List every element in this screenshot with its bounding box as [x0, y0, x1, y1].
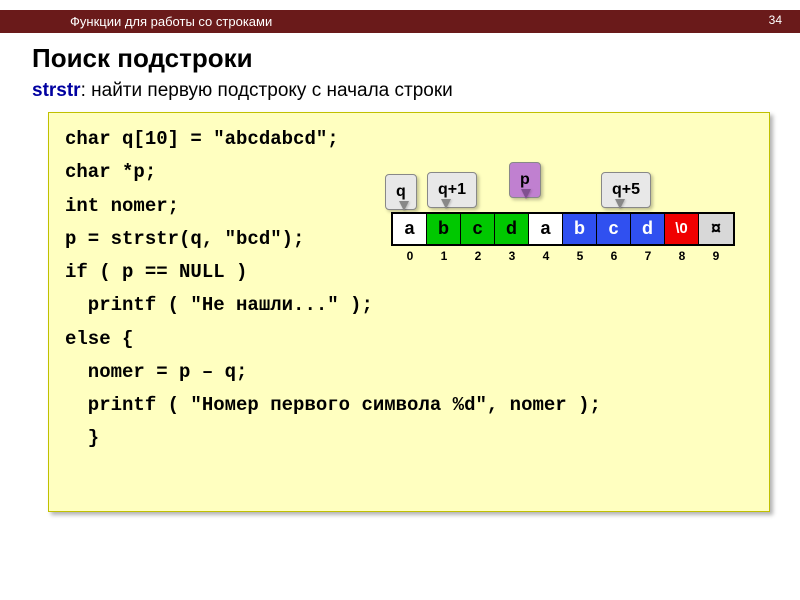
array-cells: a b c d a b c d \0 ¤: [391, 212, 735, 246]
index-cell: 3: [495, 246, 529, 267]
index-cell: 2: [461, 246, 495, 267]
index-cell: 4: [529, 246, 563, 267]
label-q1: q+1: [427, 172, 477, 208]
header-bar: Функции для работы со строками 34: [0, 10, 800, 33]
pointer-tail-icon: [399, 201, 409, 211]
index-cell: 9: [699, 246, 733, 267]
slide: Функции для работы со строками 34 Поиск …: [0, 0, 800, 600]
index-row: 0 1 2 3 4 5 6 7 8 9: [393, 246, 733, 267]
array-cell: \0: [665, 214, 699, 244]
code-box: char q[10] = "abcdabcd"; char *p; int no…: [48, 112, 770, 512]
array-cell: b: [427, 214, 461, 244]
code-line: else {: [65, 323, 753, 356]
array-diagram: q q+1 p q+5 a b c d a b c d \0 ¤: [391, 168, 761, 212]
index-cell: 7: [631, 246, 665, 267]
pointer-labels: q q+1 p q+5: [391, 168, 761, 212]
array-cell: d: [631, 214, 665, 244]
array-cell: a: [393, 214, 427, 244]
code-line: printf ( "Не нашли..." );: [65, 289, 753, 322]
pointer-tail-icon: [615, 199, 625, 209]
index-cell: 6: [597, 246, 631, 267]
index-cell: 1: [427, 246, 461, 267]
array-cell: a: [529, 214, 563, 244]
pointer-tail-icon: [441, 199, 451, 209]
code-line: nomer = p – q;: [65, 356, 753, 389]
array-cell: ¤: [699, 214, 733, 244]
array-cell: c: [461, 214, 495, 244]
code-line: printf ( "Номер первого символа %d", nom…: [65, 389, 753, 422]
index-cell: 0: [393, 246, 427, 267]
index-cell: 5: [563, 246, 597, 267]
page-title: Поиск подстроки: [32, 43, 800, 74]
slide-number: 34: [769, 13, 782, 27]
function-name: strstr: [32, 80, 81, 101]
header-title: Функции для работы со строками: [70, 14, 272, 29]
array-cell: d: [495, 214, 529, 244]
index-cell: 8: [665, 246, 699, 267]
subtitle-text: : найти первую подстроку с начала строки: [81, 80, 453, 101]
label-q5: q+5: [601, 172, 651, 208]
array-cell: b: [563, 214, 597, 244]
pointer-tail-icon: [521, 189, 531, 199]
array-cell: c: [597, 214, 631, 244]
code-line: char q[10] = "abcdabcd";: [65, 123, 753, 156]
code-line: }: [65, 422, 753, 455]
subtitle: strstr: найти первую подстроку с начала …: [32, 80, 800, 102]
